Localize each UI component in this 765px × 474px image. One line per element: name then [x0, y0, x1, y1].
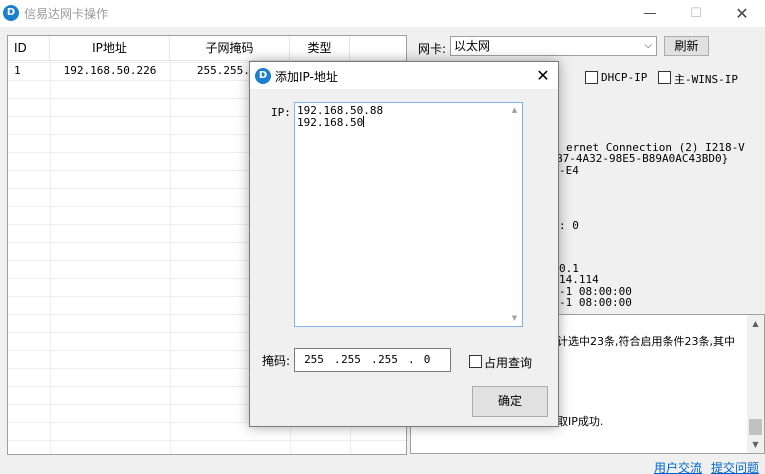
- nic-label: 网卡:: [418, 42, 447, 56]
- wins-label: 主-WINS-IP: [674, 73, 738, 86]
- app-logo-icon: D: [3, 5, 19, 21]
- mask-octet-1[interactable]: 255: [299, 353, 329, 366]
- ip-line-text: 192.168.50: [297, 116, 364, 129]
- dialog-close-button[interactable]: ✕: [528, 63, 558, 88]
- adapter-info-line: : 0: [559, 219, 579, 232]
- table-header: ID IP地址 子网掩码 类型: [8, 36, 406, 61]
- scroll-thumb[interactable]: [749, 419, 762, 435]
- maximize-button[interactable]: ☐: [673, 0, 719, 27]
- chevron-down-icon: ⌵: [644, 40, 652, 51]
- cell-ip: 192.168.50.226: [63, 64, 157, 77]
- column-divider: [50, 62, 51, 454]
- ip-line-current: 192.168.50: [297, 116, 365, 129]
- adapter-info-line: B7-4A32-98E5-B89A0AC43BD0}: [556, 152, 729, 165]
- dhcp-label: DHCP-IP: [601, 71, 648, 84]
- mask-label: 掩码:: [262, 354, 291, 368]
- nic-selected-value: 以太网: [454, 39, 491, 53]
- add-ip-dialog: D 添加IP-地址 ✕ IP: 192.168.50.88 192.168.50…: [249, 61, 559, 427]
- wins-checkbox[interactable]: [658, 71, 671, 84]
- scroll-down-icon[interactable]: ▼: [747, 436, 764, 453]
- column-header-extra[interactable]: [350, 36, 406, 61]
- minimize-button[interactable]: —: [627, 0, 673, 27]
- user-exchange-link[interactable]: 用户交流: [654, 459, 702, 474]
- dialog-title-bar: D 添加IP-地址 ✕: [250, 62, 558, 89]
- adapter-info-line: -E4: [559, 164, 579, 177]
- adapter-info-line: -1 08:00:00: [559, 296, 632, 309]
- refresh-button[interactable]: 刷新: [664, 36, 709, 56]
- ip-list-input[interactable]: 192.168.50.88 192.168.50 ▲ ▼: [294, 102, 523, 327]
- window-title: 信易达网卡操作: [24, 7, 109, 21]
- text-caret: [363, 116, 365, 127]
- mask-octet-3[interactable]: 255: [373, 353, 403, 366]
- scroll-up-icon[interactable]: ▲: [508, 104, 521, 117]
- column-header-mask[interactable]: 子网掩码: [170, 36, 290, 61]
- title-bar: D 信易达网卡操作 — ☐ ✕: [0, 0, 765, 27]
- log-line: 计选中23条,符合启用条件23条,其中: [557, 335, 735, 348]
- column-header-ip[interactable]: IP地址: [50, 36, 170, 61]
- mask-octet-4[interactable]: 0: [412, 353, 442, 366]
- dialog-title: 添加IP-地址: [275, 70, 338, 84]
- column-header-type[interactable]: 类型: [290, 36, 350, 61]
- mask-octet-2[interactable]: 255: [336, 353, 366, 366]
- report-issue-link[interactable]: 提交问题: [711, 459, 759, 474]
- occupancy-checkbox[interactable]: [469, 355, 482, 368]
- ip-label: IP:: [271, 106, 291, 119]
- textarea-scrollbar[interactable]: ▲ ▼: [508, 104, 521, 325]
- occupancy-label: 占用查询: [484, 356, 533, 370]
- scroll-down-icon[interactable]: ▼: [508, 312, 521, 325]
- confirm-button[interactable]: 确定: [472, 386, 548, 417]
- subnet-mask-input[interactable]: 255 . 255 . 255 . 0: [294, 348, 451, 372]
- nic-dropdown[interactable]: 以太网 ⌵: [450, 36, 657, 56]
- dhcp-checkbox[interactable]: [585, 71, 598, 84]
- scroll-up-icon[interactable]: ▲: [747, 315, 764, 332]
- app-logo-icon: D: [255, 68, 271, 84]
- column-header-id[interactable]: ID: [8, 36, 50, 61]
- log-line: 取IP成功.: [557, 415, 604, 428]
- column-divider: [170, 62, 171, 454]
- close-button[interactable]: ✕: [719, 0, 765, 27]
- log-scrollbar[interactable]: ▲ ▼: [747, 315, 764, 453]
- cell-id: 1: [14, 64, 21, 77]
